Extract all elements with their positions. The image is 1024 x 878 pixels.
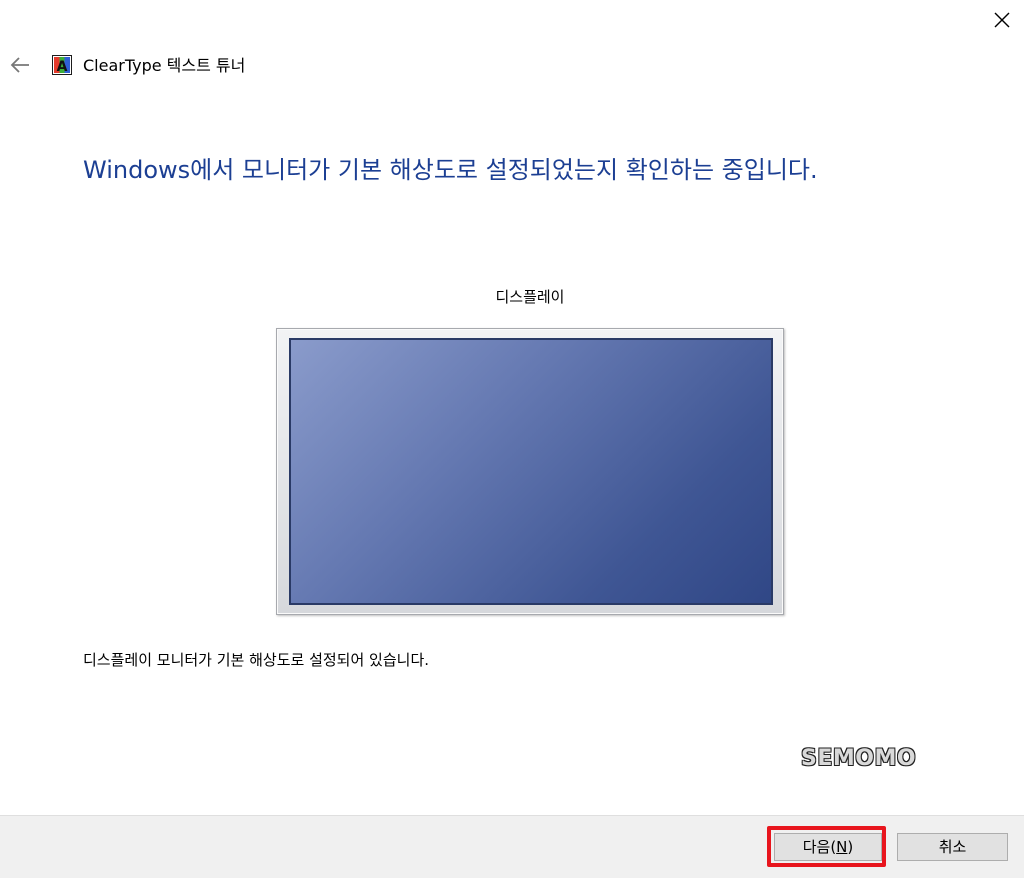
watermark: SEMOMO (801, 746, 917, 771)
next-button-label-end: ) (847, 838, 854, 856)
cancel-button[interactable]: 취소 (897, 833, 1008, 861)
next-button-mnemonic: N (836, 838, 848, 856)
page-headline: Windows에서 모니터가 기본 해상도로 설정되었는지 확인하는 중입니다. (83, 156, 818, 184)
window-title: ClearType 텍스트 튜너 (83, 56, 246, 75)
arrow-left-icon (10, 57, 29, 73)
status-text: 디스플레이 모니터가 기본 해상도로 설정되어 있습니다. (83, 651, 430, 669)
next-button-label: 다음( (802, 838, 837, 856)
monitor-screen (289, 338, 773, 605)
close-button[interactable] (982, 2, 1022, 38)
next-button[interactable]: 다음(N) (774, 833, 882, 861)
svg-text:A: A (57, 59, 68, 75)
display-label: 디스플레이 (495, 288, 565, 306)
close-icon (994, 12, 1010, 28)
monitor-illustration (276, 328, 784, 615)
cleartype-icon: A (52, 55, 72, 75)
dialog-footer: 다음(N) 취소 (0, 815, 1024, 878)
back-button[interactable] (6, 51, 34, 79)
